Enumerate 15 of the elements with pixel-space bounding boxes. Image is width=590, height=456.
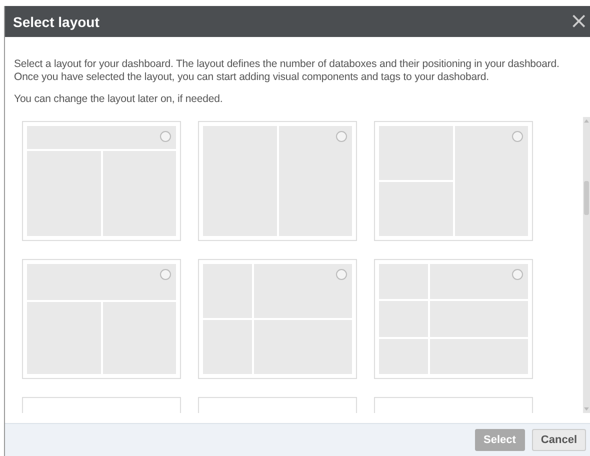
scrollbar[interactable] [583,117,590,413]
close-button[interactable]: × [568,10,590,32]
layout-option[interactable] [22,121,181,241]
scrollbar-thumb[interactable] [584,181,589,215]
layout-option[interactable] [198,259,357,379]
dialog-button[interactable]: Cancel [532,429,586,451]
layout-option[interactable] [374,121,533,241]
layout-option[interactable] [22,259,181,379]
scroll-up-icon[interactable] [584,119,589,123]
intro-text: You can change the layout later on, if needed. [14,93,224,106]
intro-text: Select a layout for your dashboard. The layout defines the number of databoxes and their positioning in your dashboard. Once you have selected the layout, you can start adding visual components and tags to your dashobard. [14,58,560,84]
scroll-down-icon[interactable] [584,407,589,411]
layout-option[interactable] [198,121,357,241]
layout-option[interactable] [374,259,533,379]
dialog-title: Select layout [13,14,100,30]
